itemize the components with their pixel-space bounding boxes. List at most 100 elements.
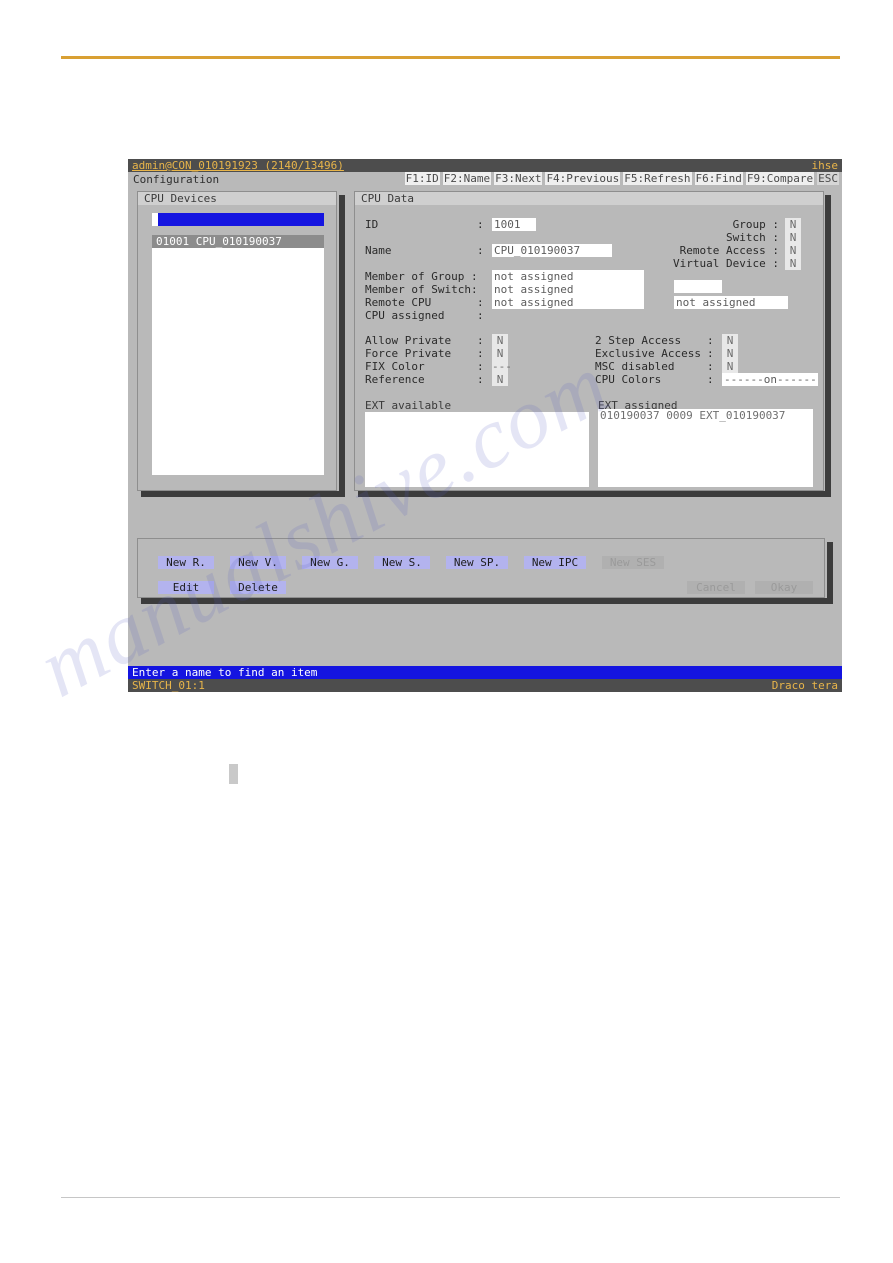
ext-assigned-list[interactable]: 010190037 0009 EXT_010190037 [598,409,813,487]
id-label: ID [365,218,379,231]
id-field-sep: : [477,218,484,231]
terminal-window: admin@CON_010191923 (2140/13496) ihse Co… [128,159,842,692]
new-g-button[interactable]: New G. [302,556,358,569]
fix-color-sep: : [477,360,484,373]
name-separator: : [477,244,484,257]
new-v-button[interactable]: New V. [230,556,286,569]
cpu-colors-value-wrap[interactable]: ------on------ [722,373,818,386]
id-field-value-wrap[interactable]: 1001 [492,218,536,231]
list-item[interactable]: 01001 CPU_010190037 [152,235,324,248]
exclusive-access-value[interactable]: N [722,347,738,360]
device-search-input[interactable] [152,213,324,226]
fkey-esc[interactable]: ESC [817,172,839,185]
force-private-label: Force Private [365,347,451,360]
two-step-access-label: 2 Step Access [595,334,681,347]
fix-color-label: FIX Color [365,360,425,373]
reference-sep: : [477,373,484,386]
fix-color-value-wrap[interactable]: --- [492,360,512,373]
ext-available-label: EXT available [365,399,452,412]
msc-disabled-value[interactable]: N [722,360,738,373]
force-private-value[interactable]: N [492,347,508,360]
ext-available-list[interactable] [365,412,589,487]
exclusive-access-sep: : [707,347,714,360]
cpu-assigned-sep: : [477,309,484,322]
exclusive-access-label: Exclusive Access [595,347,701,360]
remote-cpu-extra-wrap[interactable]: not assigned [674,296,788,309]
reference-value[interactable]: N [492,373,508,386]
virtual-device-flag-value[interactable]: N [785,257,801,270]
two-step-access-value-wrap[interactable]: N [722,334,738,347]
two-step-access-value[interactable]: N [722,334,738,347]
hint-bar: Enter a name to find an item [128,666,842,679]
status-product-label: Draco tera [771,679,838,692]
fkey-f4-previous[interactable]: F4:Previous [545,172,621,185]
force-private-sep: : [477,347,484,360]
cpu-colors-label: CPU Colors [595,373,661,386]
two-step-access-separator: : [707,334,714,347]
two-step-access-sep: : [707,334,714,347]
id-separator: : [477,218,484,231]
member-of-group-label-text: Member of Group : [365,270,478,283]
edit-button[interactable]: Edit [158,581,214,594]
exclusive-access-value-wrap[interactable]: N [722,347,738,360]
cpu-device-list[interactable]: 01001 CPU_010190037 [152,235,324,475]
group-flag-value[interactable]: N [785,218,801,231]
remote-access-flag-label-text: Remote Access : [679,244,779,257]
group-flag-label-text: Group : [732,218,779,231]
msc-disabled-value-wrap[interactable]: N [722,360,738,373]
menubar: Configuration F1:ID F2:Name F3:Next F4:P… [128,172,842,186]
force-private-value-wrap[interactable]: N [492,347,508,360]
fkey-f1-id[interactable]: F1:ID [404,172,440,185]
member-of-switch-value-wrap[interactable]: not assigned [492,283,644,296]
reference-value-wrap[interactable]: N [492,373,508,386]
id-value[interactable]: 1001 [492,218,536,231]
fkey-f3-next[interactable]: F3:Next [494,172,543,185]
fkey-f5-refresh[interactable]: F5:Refresh [623,172,692,185]
virtual-device-flag-label: Virtual Device : [673,257,779,270]
switch-flag-label: Switch : [726,231,779,244]
remote-cpu-value[interactable]: not assigned [492,296,644,309]
remote-access-flag-value[interactable]: N [785,244,801,257]
switch-flag-label-text: Switch : [726,231,779,244]
reference-label: Reference [365,373,425,386]
cpu-colors-value[interactable]: ------on------ [722,373,818,386]
remote-cpu-extra-value[interactable]: not assigned [674,296,788,309]
remote-cpu-extra-blank-wrap[interactable] [674,280,722,296]
member-of-switch-value[interactable]: not assigned [492,283,644,296]
new-s-button[interactable]: New S. [374,556,430,569]
fix-color-label-text: FIX Color [365,360,425,373]
remote-access-flag-wrap[interactable]: N [785,244,801,257]
allow-private-sep: : [477,334,484,347]
cpu-colors-label-text: CPU Colors [595,373,662,386]
name-value[interactable]: CPU_010190037 [492,244,612,257]
fkey-f2-name[interactable]: F2:Name [442,172,492,185]
allow-private-value-wrap[interactable]: N [492,334,508,347]
button-bar-shadow-right [827,542,833,602]
new-r-button[interactable]: New R. [158,556,214,569]
name-label: Name [365,244,392,257]
name-field-value-wrap[interactable]: CPU_010190037 [492,244,612,257]
remote-cpu-extra-blank[interactable] [674,280,722,293]
new-sp-button[interactable]: New SP. [446,556,508,569]
list-item[interactable]: 010190037 0009 EXT_010190037 [598,409,813,422]
switch-flag-value[interactable]: N [785,231,801,244]
msc-disabled-separator: : [707,360,714,373]
allow-private-value[interactable]: N [492,334,508,347]
fkey-f6-find[interactable]: F6:Find [694,172,743,185]
new-ipc-button[interactable]: New IPC [524,556,586,569]
page-rule-bottom [61,1197,840,1198]
delete-button[interactable]: Delete [230,581,286,594]
group-flag-wrap[interactable]: N [785,218,801,231]
exclusive-access-label-text: Exclusive Access [595,347,701,360]
fix-color-separator: : [477,360,484,373]
okay-button: Okay [755,581,813,594]
remote-cpu-value-wrap[interactable]: not assigned [492,296,644,309]
virtual-device-flag-wrap[interactable]: N [785,257,801,270]
fix-color-value[interactable]: --- [492,360,512,373]
member-of-group-value-wrap[interactable]: not assigned [492,270,644,283]
switch-flag-wrap[interactable]: N [785,231,801,244]
member-of-group-label: Member of Group : [365,270,478,283]
msc-disabled-label-text: MSC disabled [595,360,675,373]
fkey-f9-compare[interactable]: F9:Compare [745,172,815,185]
member-of-group-value[interactable]: not assigned [492,270,644,283]
